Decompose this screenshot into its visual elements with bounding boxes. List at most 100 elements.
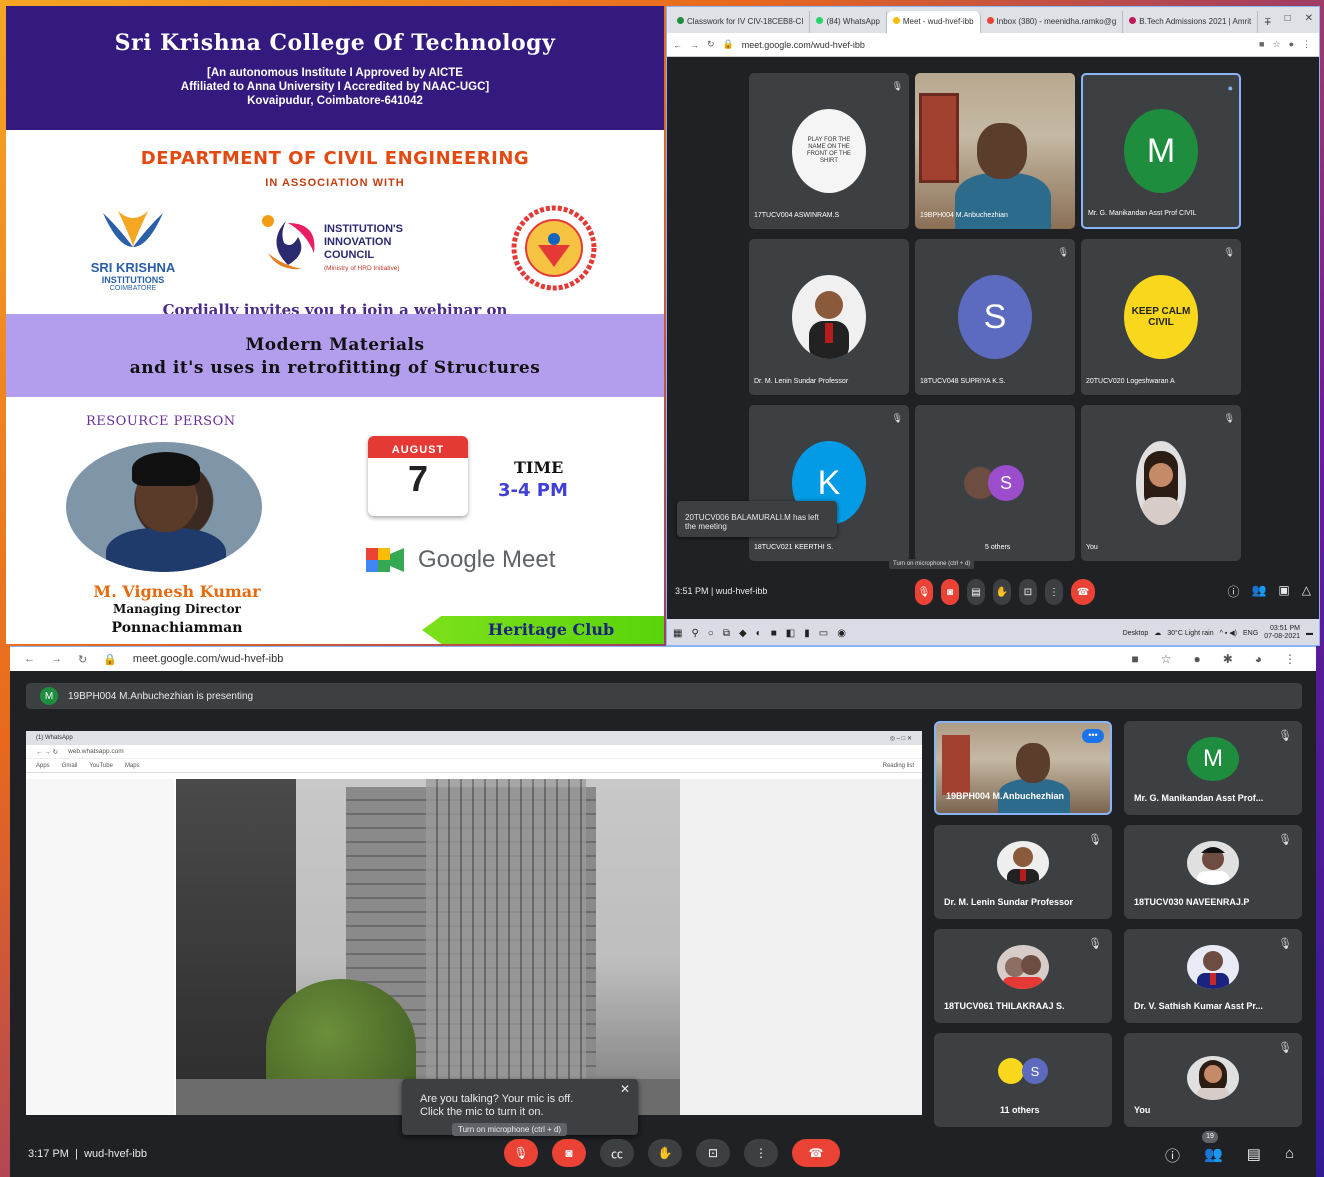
menu-icon[interactable]: ⋮ (1284, 652, 1296, 666)
activities-icon[interactable]: ⌂ (1285, 1145, 1294, 1166)
tab-whatsapp[interactable]: (84) WhatsApp (810, 11, 887, 33)
search-icon[interactable]: ⚲ (691, 628, 698, 639)
present-button[interactable]: ⊡ (696, 1139, 730, 1167)
tray-icons[interactable]: ^ ▪ ◀) (1220, 629, 1237, 637)
tab-meet[interactable]: Meet - wud-hvef-ibb (886, 11, 981, 33)
windows-taskbar: ▦ ⚲ ○ ⧉ ◆ ◐ ■ ◧ ▮ ▭ ◉ Desktop ☁ 30°C Lig… (667, 619, 1319, 645)
more-options-button[interactable]: ⋮ (744, 1139, 778, 1167)
windows-start-icon[interactable]: ▦ (673, 628, 682, 639)
participant-tile[interactable]: 🎙 18TUCV061 THILAKRAAJ S. (934, 929, 1112, 1023)
webinar-poster: Sri Krishna College Of Technology [An au… (6, 6, 664, 644)
participant-tile[interactable]: M ● Mr. G. Manikandan Asst Prof CIVIL (1081, 73, 1241, 229)
participant-tile[interactable]: S 🎙 18TUCV048 SUPRIYA K.S. (915, 239, 1075, 395)
people-icon[interactable]: 👥 (1204, 1145, 1223, 1166)
iic-line-1: INSTITUTION'S (324, 223, 404, 235)
star-icon[interactable]: ☆ (1161, 652, 1172, 666)
forward-icon[interactable]: → (690, 40, 699, 50)
activities-icon[interactable]: △ (1302, 583, 1311, 600)
calendar-day: 7 (407, 458, 429, 499)
captions-button[interactable]: ㏄ (600, 1139, 634, 1167)
back-icon[interactable]: ← (24, 653, 35, 665)
notification-icon[interactable]: ▬ (1306, 630, 1313, 637)
people-icon[interactable]: 👥 (1251, 583, 1266, 600)
info-icon[interactable]: ⓘ (1227, 583, 1239, 600)
language-indicator[interactable]: ENG (1243, 630, 1258, 637)
participant-tile[interactable]: K 🎙 18TUCV021 KEERTHI S. (749, 405, 909, 561)
menu-icon[interactable]: ⋮ (1302, 39, 1311, 50)
dropbox-icon[interactable]: ◆ (739, 628, 747, 639)
camera-off-button[interactable]: ◙ (552, 1139, 586, 1167)
camera-icon[interactable]: ■ (1259, 39, 1264, 50)
participant-tile[interactable]: S 5 others (915, 405, 1075, 561)
sri-krishna-logo: SRI KRISHNA INSTITUTIONS COIMBATORE (78, 207, 188, 292)
back-icon[interactable]: ← (673, 40, 682, 50)
lock-icon: 🔒 (722, 39, 734, 49)
url-field[interactable]: meet.google.com/wud-hvef-ibb (742, 40, 865, 50)
participant-tile[interactable]: 19BPH004 M.Anbuchezhian (915, 73, 1075, 229)
raise-hand-button[interactable]: ✋ (993, 579, 1011, 605)
reload-icon[interactable]: ↻ (707, 39, 715, 50)
more-options-icon[interactable]: ••• (1082, 729, 1104, 743)
lock-app-icon[interactable]: ▮ (804, 628, 810, 639)
association-label: IN ASSOCIATION WITH (265, 177, 405, 189)
present-button[interactable]: ⊡ (1019, 579, 1037, 605)
profile-icon[interactable]: ◕ (1255, 652, 1262, 666)
time-label: TIME (514, 458, 564, 477)
participant-name: 20TUCV020 Logeshwaran A (1086, 378, 1175, 385)
participant-tile[interactable]: KEEP CALM CIVIL 🎙 20TUCV020 Logeshwaran … (1081, 239, 1241, 395)
mic-off-button[interactable]: 🎙 (915, 579, 933, 605)
gmail-icon (986, 17, 994, 24)
camera-icon[interactable]: ■ (1131, 652, 1138, 666)
participant-name: 17TUCV004 ASWINRAM.S (754, 212, 840, 219)
files-icon[interactable]: ▭ (819, 628, 828, 639)
participant-tile[interactable]: S 11 others (934, 1033, 1112, 1127)
more-options-button[interactable]: ⋮ (1045, 579, 1063, 605)
url-field[interactable]: meet.google.com/wud-hvef-ibb (133, 653, 283, 665)
clock[interactable]: 03:51 PM 07-08-2021 (1264, 625, 1300, 641)
participant-tile[interactable]: 🎙 Dr. V. Sathish Kumar Asst Pr... (1124, 929, 1302, 1023)
reload-icon[interactable]: ↻ (78, 653, 87, 666)
extension-icon[interactable]: ● (1193, 652, 1200, 666)
shared-nav-icons: ← → ↻ (36, 748, 59, 756)
store-icon[interactable]: ◧ (786, 628, 795, 639)
cortana-icon[interactable]: ○ (708, 628, 714, 639)
chat-icon[interactable]: ▤ (1247, 1145, 1261, 1166)
info-icon[interactable]: ⓘ (1165, 1145, 1180, 1166)
close-icon[interactable]: ✕ (620, 1083, 630, 1096)
participant-tile[interactable]: Dr. M. Lenin Sundar Professor (749, 239, 909, 395)
tab-classroom[interactable]: Classwork for IV CIV-18CEB8-CI (671, 11, 811, 33)
desktop-label[interactable]: Desktop (1123, 630, 1149, 637)
participant-tile[interactable]: 🎙 Dr. M. Lenin Sundar Professor (934, 825, 1112, 919)
participant-tile[interactable]: 🎙 You (1124, 1033, 1302, 1127)
tab-gmail[interactable]: Inbox (380) - meenidha.ramko@g (981, 11, 1124, 33)
end-call-button[interactable]: ☎ (792, 1139, 840, 1167)
chat-icon[interactable]: ▣ (1278, 583, 1289, 600)
clock-time: 03:51 PM (1270, 625, 1300, 632)
end-call-button[interactable]: ☎ (1071, 579, 1095, 605)
mic-off-button[interactable]: 🎙 (504, 1139, 538, 1167)
participant-tile[interactable]: 🎙 18TUCV030 NAVEENRAJ.P (1124, 825, 1302, 919)
star-icon[interactable]: ☆ (1272, 39, 1280, 50)
chrome-icon[interactable]: ◉ (837, 628, 846, 639)
minimize-icon[interactable]: – (1265, 13, 1271, 24)
participant-tile[interactable]: ••• 19BPH004 M.Anbuchezhian (934, 721, 1112, 815)
meet-icon (892, 17, 900, 24)
forward-icon[interactable]: → (51, 653, 62, 665)
edge-icon[interactable]: ◐ (756, 628, 762, 639)
participant-tile[interactable]: PLAY FOR THE NAME ON THE FRONT OF THE SH… (749, 73, 909, 229)
app-icon[interactable]: ■ (771, 628, 777, 639)
weather-text[interactable]: 30°C Light rain (1167, 630, 1213, 637)
task-view-icon[interactable]: ⧉ (723, 628, 730, 639)
camera-off-button[interactable]: ◙ (941, 579, 959, 605)
extension-icon[interactable]: ● (1289, 39, 1294, 50)
participant-tile[interactable]: M 🎙 Mr. G. Manikandan Asst Prof... (1124, 721, 1302, 815)
raise-hand-button[interactable]: ✋ (648, 1139, 682, 1167)
captions-button[interactable]: ▤ (967, 579, 985, 605)
tab-admissions[interactable]: B.Tech Admissions 2021 | Amrit (1123, 11, 1259, 33)
google-meet-icon (366, 548, 404, 572)
close-icon[interactable]: ✕ (1305, 13, 1313, 24)
mic-tooltip: Turn on microphone (ctrl + d) (889, 559, 975, 569)
maximize-icon[interactable]: □ (1285, 13, 1291, 24)
puzzle-icon[interactable]: ✱ (1223, 652, 1233, 666)
participant-tile[interactable]: 🎙 You (1081, 405, 1241, 561)
